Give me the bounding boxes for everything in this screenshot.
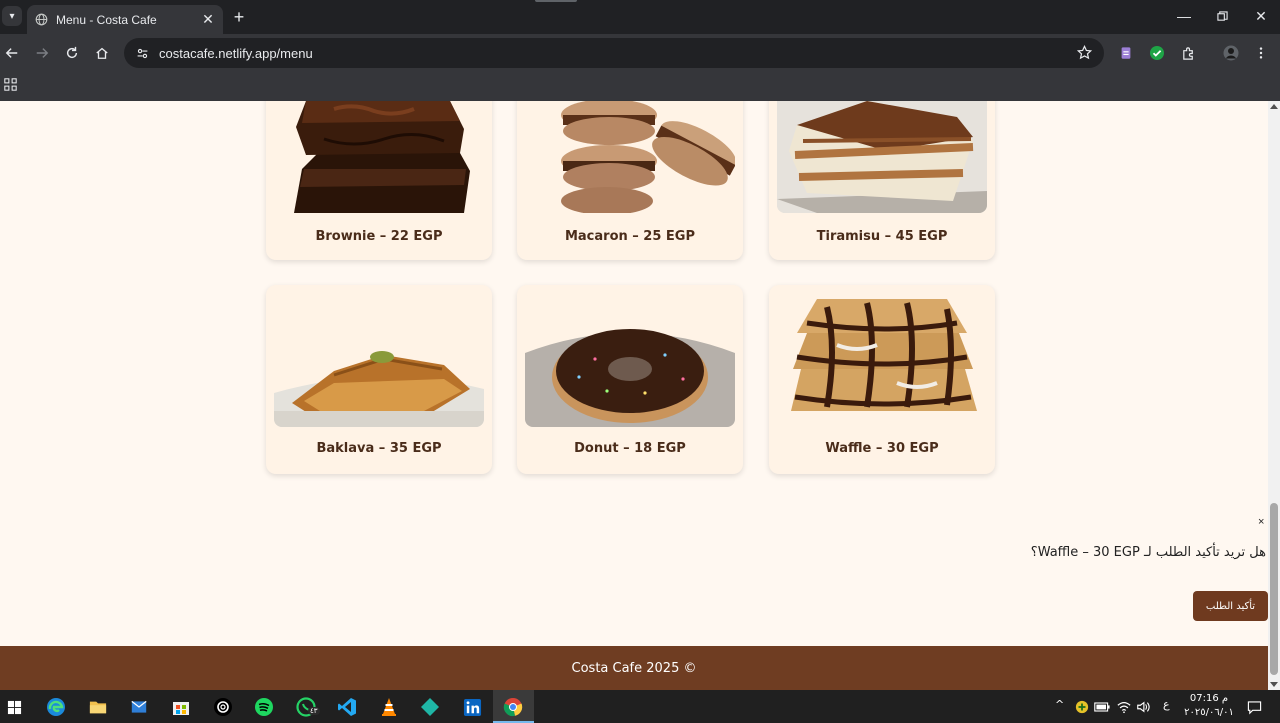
- tab-title: Menu - Costa Cafe: [56, 12, 157, 27]
- home-icon[interactable]: [92, 43, 112, 63]
- menu-item-label: Waffle – 30 EGP: [825, 441, 939, 456]
- globe-icon: [35, 13, 48, 26]
- reload-icon[interactable]: [62, 43, 82, 63]
- menu-card-baklava[interactable]: Baklava – 35 EGP: [266, 285, 492, 474]
- spotify-icon[interactable]: [252, 695, 276, 719]
- footer-text: Costa Cafe 2025 ©: [571, 660, 697, 676]
- baklava-image: [274, 293, 484, 427]
- menu-item-label: Donut – 18 EGP: [574, 441, 686, 456]
- windows-start-icon[interactable]: [2, 695, 26, 719]
- tab-close-icon[interactable]: ✕: [201, 12, 215, 28]
- site-info-icon[interactable]: [136, 47, 149, 60]
- browser-menu-icon[interactable]: [1251, 43, 1271, 63]
- confirm-order-button[interactable]: تأكيد الطلب: [1193, 591, 1268, 621]
- bookmarks-bar: [0, 72, 1280, 101]
- tiramisu-image: [777, 101, 987, 213]
- profile-avatar-icon[interactable]: [1221, 43, 1241, 63]
- menu-item-label: Brownie – 22 EGP: [315, 229, 443, 244]
- mail-icon[interactable]: [127, 695, 151, 719]
- tray-chevron-up-icon[interactable]: ^: [1055, 698, 1064, 711]
- vscode-icon[interactable]: [335, 695, 359, 719]
- menu-card-waffle[interactable]: Waffle – 30 EGP: [769, 285, 995, 474]
- whatsapp-icon[interactable]: ٤٣: [294, 695, 320, 719]
- store-icon[interactable]: [169, 695, 193, 719]
- tab-search-icon[interactable]: ▾: [2, 6, 22, 26]
- waffle-image: [777, 293, 987, 427]
- battery-icon[interactable]: [1090, 695, 1114, 719]
- edge-icon[interactable]: [44, 695, 68, 719]
- macaron-image: [525, 101, 735, 213]
- page-footer: Costa Cafe 2025 ©: [0, 646, 1268, 690]
- app-diamond-icon[interactable]: [418, 695, 442, 719]
- confirm-close-icon[interactable]: ×: [1258, 516, 1264, 528]
- close-window-icon[interactable]: ✕: [1251, 8, 1271, 26]
- scroll-down-icon[interactable]: [1270, 682, 1278, 687]
- page-scrollbar[interactable]: [1268, 101, 1280, 690]
- notifications-icon[interactable]: [1242, 695, 1266, 719]
- brownie-image: [274, 101, 484, 213]
- donut-image: [525, 293, 735, 427]
- menu-item-label: Tiramisu – 45 EGP: [816, 229, 948, 244]
- chrome-icon[interactable]: [501, 695, 525, 719]
- address-bar[interactable]: costacafe.netlify.app/menu: [124, 38, 1104, 68]
- menu-card-brownie[interactable]: Brownie – 22 EGP: [266, 101, 492, 260]
- vlc-icon[interactable]: [377, 695, 401, 719]
- minimize-icon[interactable]: —: [1174, 8, 1194, 26]
- menu-card-donut[interactable]: Donut – 18 EGP: [517, 285, 743, 474]
- menu-card-tiramisu[interactable]: Tiramisu – 45 EGP: [769, 101, 995, 260]
- new-tab-icon[interactable]: +: [230, 8, 248, 26]
- clock-date: ٢٠٢٥/٠٦/٠١: [1184, 707, 1234, 718]
- menu-item-label: Macaron – 25 EGP: [564, 229, 696, 244]
- extension-doc-icon[interactable]: [1116, 43, 1136, 63]
- chatgpt-icon[interactable]: [211, 695, 235, 719]
- window-drag-indicator: [535, 0, 577, 2]
- clock-time: 07:16 م: [1189, 693, 1229, 704]
- maximize-icon[interactable]: [1212, 8, 1232, 26]
- volume-icon[interactable]: [1131, 695, 1155, 719]
- forward-icon[interactable]: [32, 43, 52, 63]
- linkedin-icon[interactable]: [460, 695, 484, 719]
- extension-check-icon[interactable]: [1147, 43, 1167, 63]
- confirm-message: هل تريد تأكيد الطلب لـ Waffle – 30 EGP؟: [1030, 545, 1266, 560]
- back-icon[interactable]: [2, 43, 22, 63]
- bookmark-star-icon[interactable]: [1077, 45, 1092, 60]
- menu-card-macaron[interactable]: Macaron – 25 EGP: [517, 101, 743, 260]
- apps-grid-icon[interactable]: [4, 78, 17, 91]
- browser-toolbar: costacafe.netlify.app/menu: [0, 34, 1280, 72]
- whatsapp-badge: ٤٣: [308, 707, 320, 715]
- scroll-up-icon[interactable]: [1270, 104, 1278, 109]
- page-viewport: Brownie – 22 EGP Macaron – 25 EGP Tirami…: [0, 101, 1268, 690]
- browser-tab[interactable]: Menu - Costa Cafe ✕: [27, 5, 223, 34]
- windows-taskbar: ٤٣ ^ ع 07:16 م ٢٠٢٥/٠٦/٠١: [0, 690, 1280, 723]
- menu-item-label: Baklava – 35 EGP: [316, 441, 442, 456]
- taskbar-clock[interactable]: 07:16 م ٢٠٢٥/٠٦/٠١: [1184, 692, 1234, 720]
- language-indicator[interactable]: ع: [1163, 698, 1170, 711]
- scrollbar-thumb[interactable]: [1270, 503, 1278, 675]
- extensions-puzzle-icon[interactable]: [1178, 43, 1198, 63]
- browser-tab-bar: ▾ Menu - Costa Cafe ✕ + — ✕: [0, 0, 1280, 34]
- url-text: costacafe.netlify.app/menu: [159, 45, 313, 61]
- file-explorer-icon[interactable]: [86, 695, 110, 719]
